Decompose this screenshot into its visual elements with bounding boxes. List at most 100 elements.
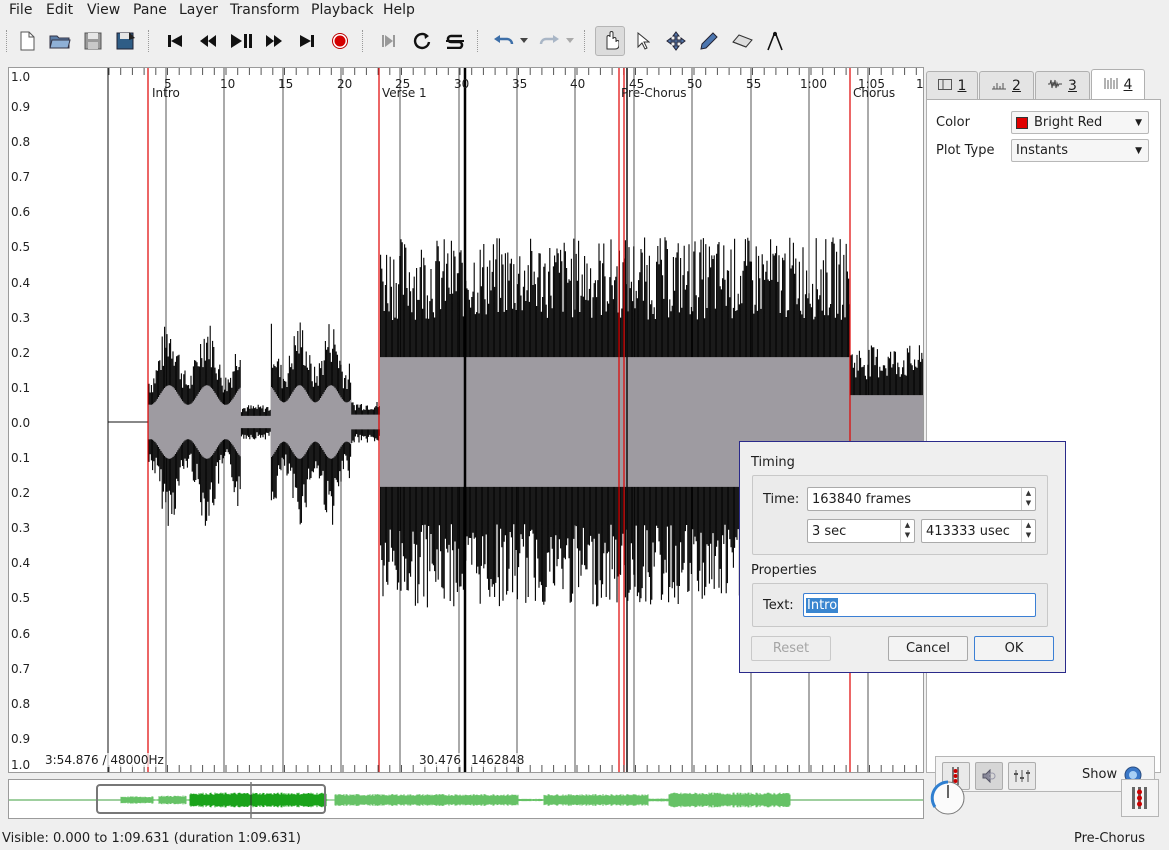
redo-dropdown-icon[interactable] bbox=[563, 28, 577, 54]
color-value: Bright Red bbox=[1034, 115, 1103, 130]
show-label: Show bbox=[1082, 767, 1118, 782]
toolbar-grip[interactable] bbox=[6, 30, 8, 52]
ruler-tick: 50 bbox=[687, 77, 703, 91]
current-instant-text: Pre-Chorus bbox=[1074, 831, 1145, 846]
fast-forward-icon[interactable] bbox=[261, 28, 287, 54]
ruler-tick: 15 bbox=[278, 77, 294, 91]
scale-label: 0.0 bbox=[11, 416, 31, 430]
spin-arrows-icon[interactable]: ▲ ▼ bbox=[900, 520, 914, 542]
scale-label: 0.3 bbox=[11, 521, 31, 535]
tab-2-label: 2 bbox=[1012, 77, 1021, 94]
chevron-down-icon: ▼ bbox=[1135, 118, 1142, 128]
scale-label: 0.2 bbox=[11, 486, 31, 500]
scale-label: 0.1 bbox=[11, 451, 31, 465]
playback-settings-icon[interactable] bbox=[1008, 762, 1036, 790]
rewind-icon[interactable] bbox=[195, 28, 221, 54]
frames-spinbox[interactable]: 163840 frames ▲ ▼ bbox=[807, 487, 1036, 511]
menu-playback[interactable]: Playback bbox=[311, 2, 373, 18]
redo-icon[interactable] bbox=[536, 28, 562, 54]
scale-label: 0.4 bbox=[11, 276, 31, 290]
waveform-icon bbox=[1048, 78, 1063, 94]
scale-label: 0.2 bbox=[11, 346, 31, 360]
menu-transform[interactable]: Transform bbox=[230, 2, 300, 18]
rewind-start-icon[interactable] bbox=[162, 28, 188, 54]
tab-1-label: 1 bbox=[957, 77, 967, 94]
time-label: Time: bbox=[763, 492, 800, 507]
navigate-hand-icon[interactable] bbox=[595, 26, 625, 56]
ruler-tick: 1:00 bbox=[800, 77, 827, 91]
play-audio-icon[interactable] bbox=[975, 762, 1003, 790]
timing-group-title: Timing bbox=[751, 455, 795, 470]
tab-4-label: 4 bbox=[1123, 77, 1133, 93]
amplitude-scale: 1.0 0.9 0.8 0.7 0.6 0.5 0.4 0.3 0.2 0.1 … bbox=[9, 68, 45, 772]
frames-value: 163840 frames bbox=[812, 491, 912, 507]
overview-viewport-handle[interactable] bbox=[96, 784, 326, 814]
tab-2[interactable]: 2 bbox=[979, 71, 1034, 99]
play-pause-icon[interactable] bbox=[228, 28, 254, 54]
menu-file[interactable]: File bbox=[9, 2, 32, 18]
draw-pencil-icon[interactable] bbox=[696, 28, 722, 54]
save-as-icon[interactable] bbox=[113, 28, 139, 54]
tab-4[interactable]: 4 bbox=[1091, 69, 1145, 100]
spin-arrows-icon[interactable]: ▲ ▼ bbox=[1021, 488, 1035, 510]
ruler-tick: 1 bbox=[916, 77, 924, 91]
chevron-down-icon: ▼ bbox=[1135, 146, 1142, 156]
instant-text-value: Intro bbox=[806, 597, 839, 613]
pane-layers-icon[interactable] bbox=[1121, 779, 1159, 817]
time-ruler-icon bbox=[992, 78, 1007, 94]
cancel-button[interactable]: Cancel bbox=[888, 636, 968, 661]
status-bar: Visible: 0.000 to 1:09.631 (duration 1:0… bbox=[0, 829, 1169, 850]
instant-label-verse-1[interactable]: Verse 1 bbox=[382, 86, 427, 100]
usec-spinbox[interactable]: 413333 usec ▲ ▼ bbox=[921, 519, 1036, 543]
text-label: Text: bbox=[763, 598, 794, 613]
instant-label-intro[interactable]: Intro bbox=[152, 86, 180, 100]
scale-label: 0.1 bbox=[11, 381, 31, 395]
undo-icon[interactable] bbox=[491, 28, 517, 54]
color-label: Color bbox=[936, 115, 970, 130]
color-swatch bbox=[1016, 116, 1028, 129]
ruler-tick: 55 bbox=[746, 77, 762, 91]
reset-button[interactable]: Reset bbox=[751, 636, 831, 661]
ruler-tick: 35 bbox=[512, 77, 528, 91]
solo-icon[interactable] bbox=[442, 28, 468, 54]
skip-end-icon[interactable] bbox=[294, 28, 320, 54]
tab-3[interactable]: 3 bbox=[1035, 71, 1090, 99]
new-file-icon[interactable] bbox=[14, 28, 40, 54]
edit-instant-dialog: Timing Time: 163840 frames ▲ ▼ 3 sec ▲ ▼ 4… bbox=[739, 441, 1066, 673]
overview-pane[interactable] bbox=[8, 779, 924, 819]
pane-layout-icon bbox=[937, 78, 952, 94]
color-combo[interactable]: Bright Red ▼ bbox=[1011, 111, 1149, 134]
record-icon[interactable] bbox=[327, 28, 353, 54]
plot-type-combo[interactable]: Instants ▼ bbox=[1011, 139, 1149, 162]
instant-text-input[interactable]: Intro bbox=[803, 593, 1036, 617]
menu-edit[interactable]: Edit bbox=[46, 2, 73, 18]
save-icon[interactable] bbox=[80, 28, 106, 54]
open-folder-icon[interactable] bbox=[47, 28, 73, 54]
scale-label: 0.4 bbox=[11, 556, 31, 570]
erase-icon[interactable] bbox=[729, 28, 755, 54]
properties-group: Text: Intro bbox=[752, 583, 1048, 627]
zoom-knob-icon[interactable] bbox=[929, 779, 967, 821]
select-arrow-icon[interactable] bbox=[630, 28, 656, 54]
ok-button[interactable]: OK bbox=[974, 636, 1054, 661]
menu-layer[interactable]: Layer bbox=[179, 2, 218, 18]
spin-arrows-icon[interactable]: ▲ ▼ bbox=[1021, 520, 1035, 542]
properties-group-title: Properties bbox=[751, 563, 817, 578]
menu-view[interactable]: View bbox=[87, 2, 120, 18]
instant-label-pre-chorus[interactable]: Pre-Chorus bbox=[621, 86, 687, 100]
ruler-tick: 20 bbox=[337, 77, 353, 91]
instant-label-chorus[interactable]: Chorus bbox=[853, 86, 895, 100]
undo-dropdown-icon[interactable] bbox=[517, 28, 531, 54]
menu-help[interactable]: Help bbox=[383, 2, 415, 18]
seconds-spinbox[interactable]: 3 sec ▲ ▼ bbox=[807, 519, 915, 543]
loop-icon[interactable] bbox=[409, 28, 435, 54]
measure-icon[interactable] bbox=[762, 28, 788, 54]
ruler-tick: 10 bbox=[220, 77, 236, 91]
instants-icon bbox=[1104, 77, 1118, 93]
tab-1[interactable]: 1 bbox=[926, 71, 978, 99]
menu-pane[interactable]: Pane bbox=[133, 2, 167, 18]
constrain-playback-icon[interactable] bbox=[376, 28, 402, 54]
toolbar bbox=[0, 24, 1169, 58]
move-icon[interactable] bbox=[663, 28, 689, 54]
scale-label: 0.6 bbox=[11, 627, 31, 641]
